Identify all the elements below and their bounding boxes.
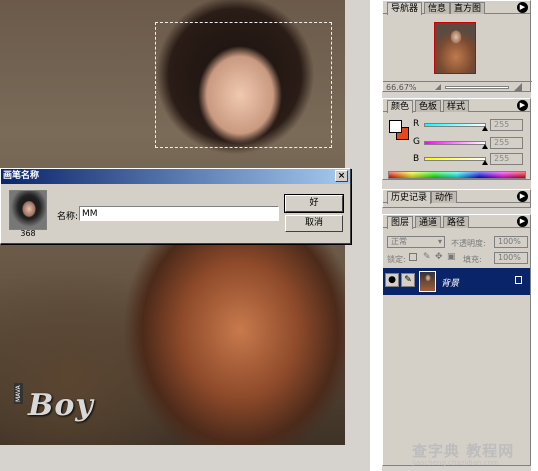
channel-g-value[interactable]: 255 <box>490 137 523 149</box>
navigator-zoom-bar: 66.67% <box>383 81 532 92</box>
navigator-tabs: 导航器 信息 直方图 ▶ <box>383 1 530 15</box>
photoshop-workspace: Boy MAVA 画笔名称 × 368 名称: 好 取消 导航器 信息 直方图 … <box>0 0 538 471</box>
channel-r-label: R <box>413 119 420 129</box>
lock-paint-icon[interactable]: ✎ <box>423 252 431 262</box>
channel-b-value[interactable]: 255 <box>490 153 523 165</box>
layer-row[interactable]: ● ✎ 背景 <box>383 268 530 295</box>
color-ramp[interactable] <box>388 171 526 179</box>
watermark-title: 查字典 教程网 <box>412 442 515 460</box>
selection-marquee[interactable] <box>155 22 332 148</box>
foreground-color-swatch[interactable] <box>389 120 402 133</box>
brush-name-dialog: 画笔名称 × 368 名称: 好 取消 <box>0 168 351 244</box>
chevron-down-icon: ▾ <box>437 237 442 246</box>
brush-preview <box>9 190 47 230</box>
zoom-in-icon[interactable] <box>514 83 522 91</box>
palette-menu-icon[interactable]: ▶ <box>517 2 528 13</box>
blend-mode-select[interactable]: 正常 ▾ <box>387 236 445 248</box>
lock-all-icon[interactable]: ▣ <box>447 252 456 262</box>
navigator-palette: 导航器 信息 直方图 ▶ 66.67% <box>382 0 532 92</box>
fill-label: 填充: <box>463 255 482 264</box>
color-palette: 颜色 色板 样式 ▶ R 255 G 255 B 255 <box>382 98 531 180</box>
tab-actions[interactable]: 动作 <box>431 191 458 203</box>
tab-history[interactable]: 历史记录 <box>387 191 432 204</box>
palette-menu-icon[interactable]: ▶ <box>517 191 528 202</box>
watermark: 查字典 教程网 jiaocheng.chazidian.com <box>412 440 532 470</box>
channel-b-knob[interactable] <box>482 160 488 165</box>
lock-icon <box>515 276 522 284</box>
fill-value: 100% <box>498 253 521 262</box>
palette-menu-icon[interactable]: ▶ <box>517 100 528 111</box>
lock-label: 锁定: <box>387 255 406 264</box>
channel-g-slider[interactable] <box>424 141 486 145</box>
tab-layers[interactable]: 图层 <box>387 216 414 229</box>
channel-r-slider[interactable] <box>424 123 486 127</box>
dialog-title: 画笔名称 <box>3 171 40 181</box>
channel-g-label: G <box>413 137 420 147</box>
history-tabs: 历史记录 动作 ▶ <box>383 190 530 204</box>
fill-field[interactable]: 100% <box>494 252 528 264</box>
opacity-value: 100% <box>498 237 521 246</box>
opacity-field[interactable]: 100% <box>494 236 528 248</box>
eye-icon[interactable]: ● <box>385 273 399 287</box>
tab-swatches[interactable]: 色板 <box>415 100 442 112</box>
name-label: 名称: <box>57 212 79 222</box>
lock-transparency-icon[interactable] <box>409 253 417 261</box>
layers-palette: 图层 通道 路径 ▶ 正常 ▾ 不透明度: 100% 锁定: ✎ ✥ ▣ 填充:… <box>382 214 531 466</box>
ok-button[interactable]: 好 <box>284 194 344 213</box>
navigator-thumbnail[interactable] <box>434 22 476 74</box>
tab-styles[interactable]: 样式 <box>443 100 470 112</box>
brush-size: 368 <box>20 229 36 238</box>
palette-menu-icon[interactable]: ▶ <box>517 216 528 227</box>
layers-tabs: 图层 通道 路径 ▶ <box>383 215 530 229</box>
zoom-level[interactable]: 66.67% <box>386 83 417 92</box>
right-strip <box>531 0 538 471</box>
channel-g-knob[interactable] <box>482 144 488 149</box>
workspace-gap <box>370 0 382 471</box>
channel-r-knob[interactable] <box>482 126 488 131</box>
dialog-titlebar[interactable]: 画笔名称 × <box>1 169 350 184</box>
blend-mode-value: 正常 <box>391 237 407 246</box>
logo-small-text: MAVA <box>14 383 23 404</box>
tab-channels[interactable]: 通道 <box>415 216 442 228</box>
channel-b-slider[interactable] <box>424 157 486 161</box>
color-tabs: 颜色 色板 样式 ▶ <box>383 99 530 113</box>
brush-name-input[interactable] <box>79 206 279 221</box>
layer-thumbnail <box>419 271 436 292</box>
tab-navigator[interactable]: 导航器 <box>387 2 423 15</box>
logo-text: Boy <box>28 388 94 423</box>
tab-histogram[interactable]: 直方图 <box>450 2 486 14</box>
tab-info[interactable]: 信息 <box>424 2 451 14</box>
tab-paths[interactable]: 路径 <box>443 216 470 228</box>
cancel-button[interactable]: 取消 <box>285 215 343 232</box>
layer-name[interactable]: 背景 <box>441 276 459 289</box>
close-button[interactable]: × <box>335 170 348 182</box>
channel-b-label: B <box>413 154 420 164</box>
history-palette: 历史记录 动作 ▶ <box>382 189 531 208</box>
opacity-label: 不透明度: <box>451 239 486 248</box>
canvas-logo: Boy MAVA <box>14 383 124 438</box>
lock-move-icon[interactable]: ✥ <box>435 252 443 262</box>
tab-color[interactable]: 颜色 <box>387 100 414 113</box>
brush-icon[interactable]: ✎ <box>401 273 415 287</box>
zoom-slider[interactable] <box>445 86 509 89</box>
channel-r-value[interactable]: 255 <box>490 119 523 131</box>
zoom-out-icon[interactable] <box>435 84 441 90</box>
